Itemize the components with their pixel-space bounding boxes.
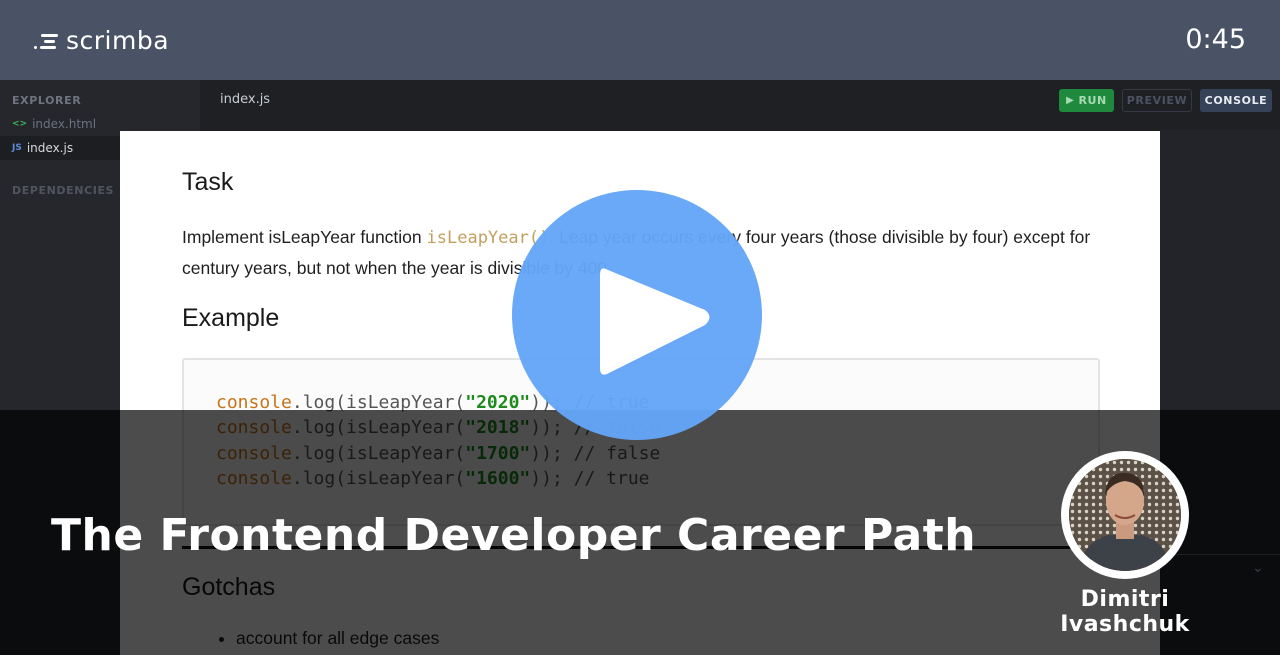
js-icon: JS (12, 143, 22, 153)
play-button[interactable] (512, 190, 762, 440)
run-button[interactable]: ▶ RUN (1059, 89, 1114, 112)
play-icon: ▶ (1066, 95, 1075, 106)
chevron-down-icon[interactable]: ⌄ (1252, 560, 1264, 576)
example-heading: Example (182, 304, 280, 332)
scrimba-logo[interactable]: scrimba (34, 26, 169, 55)
author-photo (1069, 459, 1181, 571)
top-bar: scrimba 0:45 (0, 0, 1280, 80)
explorer-heading: EXPLORER (12, 94, 82, 107)
tab-index-js[interactable]: index.js (220, 92, 270, 107)
console-divider (1160, 554, 1280, 555)
timer: 0:45 (1185, 24, 1246, 55)
dependencies-heading[interactable]: DEPENDENCIES (12, 184, 114, 197)
file-name: index.html (32, 117, 97, 131)
editor-header: index.js ▶ RUN PREVIEW CONSOLE (200, 80, 1280, 130)
course-title: The Frontend Developer Career Path (51, 510, 977, 561)
html-icon: <> (12, 119, 28, 129)
author-avatar (1061, 451, 1189, 579)
console-button[interactable]: CONSOLE (1200, 89, 1272, 112)
brand-name: scrimba (66, 26, 170, 55)
editor-right-pane (1160, 130, 1280, 410)
preview-button[interactable]: PREVIEW (1122, 89, 1192, 112)
play-icon (600, 268, 710, 375)
task-heading: Task (182, 168, 234, 196)
author-name: Dimitri Ivashchuk (1060, 587, 1190, 637)
scrimba-logo-icon (34, 32, 58, 50)
file-name: index.js (26, 141, 74, 155)
